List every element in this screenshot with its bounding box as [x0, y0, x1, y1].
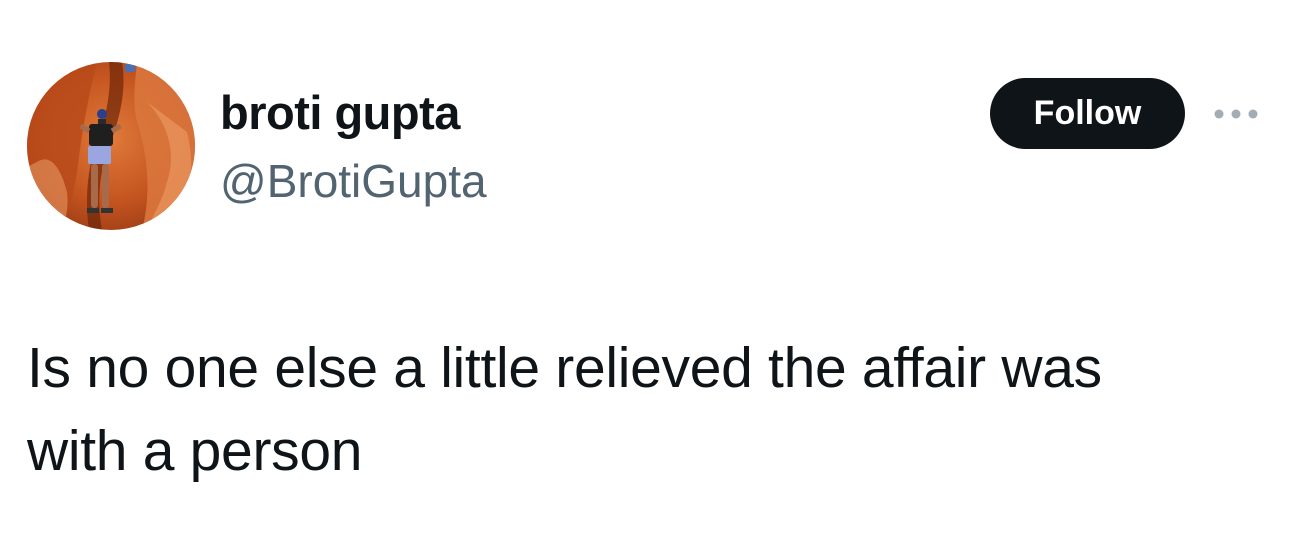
- author-handle[interactable]: @BrotiGupta: [220, 152, 487, 210]
- tweet-text-line: Is no one else a little relieved the aff…: [27, 336, 1102, 400]
- author-avatar[interactable]: [27, 62, 195, 230]
- avatar-photo-icon: [27, 62, 195, 230]
- follow-button[interactable]: Follow: [990, 78, 1185, 149]
- tweet-card: broti gupta @BrotiGupta Follow Is no one…: [0, 0, 1290, 548]
- more-options-button[interactable]: [1208, 96, 1264, 132]
- more-horizontal-icon: [1214, 109, 1258, 119]
- tweet-text-line: with a person: [27, 419, 363, 483]
- tweet-text: Is no one else a little relieved the aff…: [27, 327, 1267, 493]
- author-display-name[interactable]: broti gupta: [220, 83, 460, 143]
